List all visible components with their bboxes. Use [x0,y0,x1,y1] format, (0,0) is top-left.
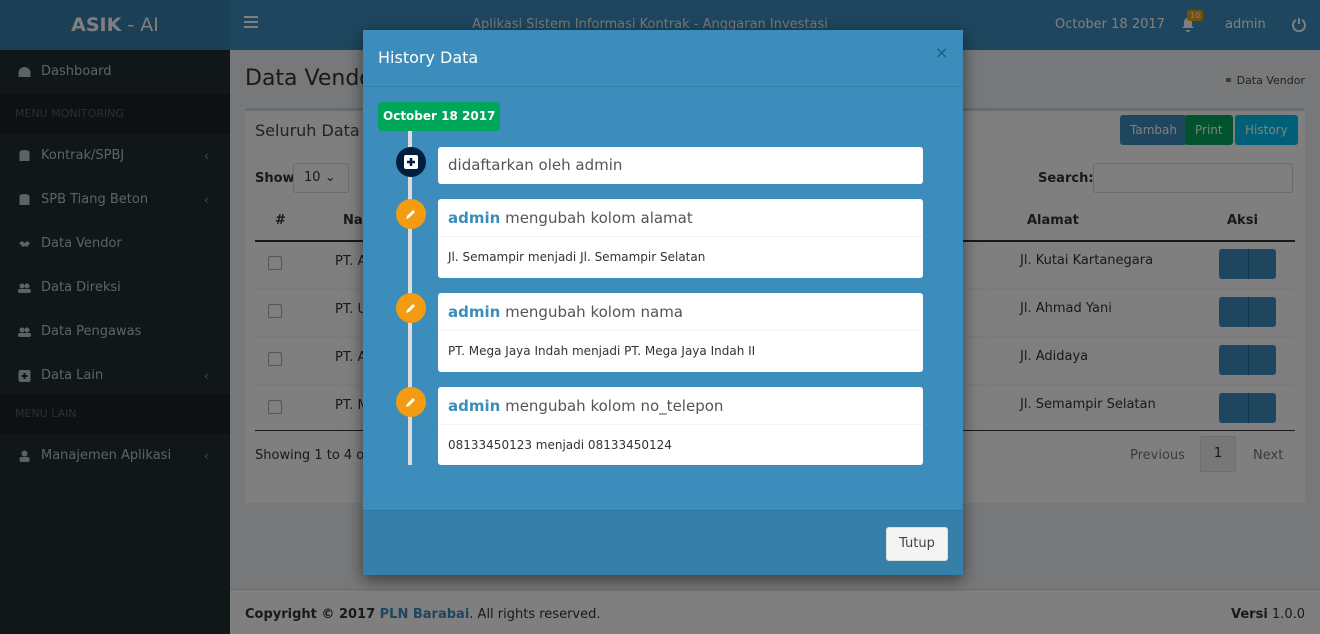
close-button[interactable]: Tutup [886,527,948,561]
timeline-item: admin mengubah kolom no_telepon 08133450… [438,387,923,465]
modal-title: History Data [378,48,479,67]
timeline-item-header: admin mengubah kolom alamat [438,199,923,237]
timeline-user-link[interactable]: admin [448,397,500,415]
timeline-item: admin mengubah kolom alamat Jl. Semampir… [438,199,923,278]
modal-header: History Data × [363,30,963,87]
close-icon[interactable]: × [935,43,948,62]
history-modal: History Data × October 18 2017 didaftark… [363,30,963,575]
timeline-item-body: PT. Mega Jaya Indah menjadi PT. Mega Jay… [448,344,756,358]
plus-square-icon [396,147,426,177]
timeline-item-header: admin mengubah kolom no_telepon [438,387,923,425]
timeline-item-body: 08133450123 menjadi 08133450124 [448,438,672,452]
pencil-icon [396,293,426,323]
pencil-icon [396,387,426,417]
pencil-icon [396,199,426,229]
timeline-item-header: didaftarkan oleh admin [448,156,623,174]
timeline-date-label: October 18 2017 [378,102,501,131]
timeline-item: admin mengubah kolom nama PT. Mega Jaya … [438,293,923,372]
modal-footer: Tutup [363,510,963,575]
timeline-item-header: admin mengubah kolom nama [438,293,923,331]
timeline-item-body: Jl. Semampir menjadi Jl. Semampir Selata… [448,250,706,264]
timeline-item: didaftarkan oleh admin [438,147,923,184]
timeline-user-link[interactable]: admin [448,303,500,321]
timeline-user-link[interactable]: admin [448,209,500,227]
